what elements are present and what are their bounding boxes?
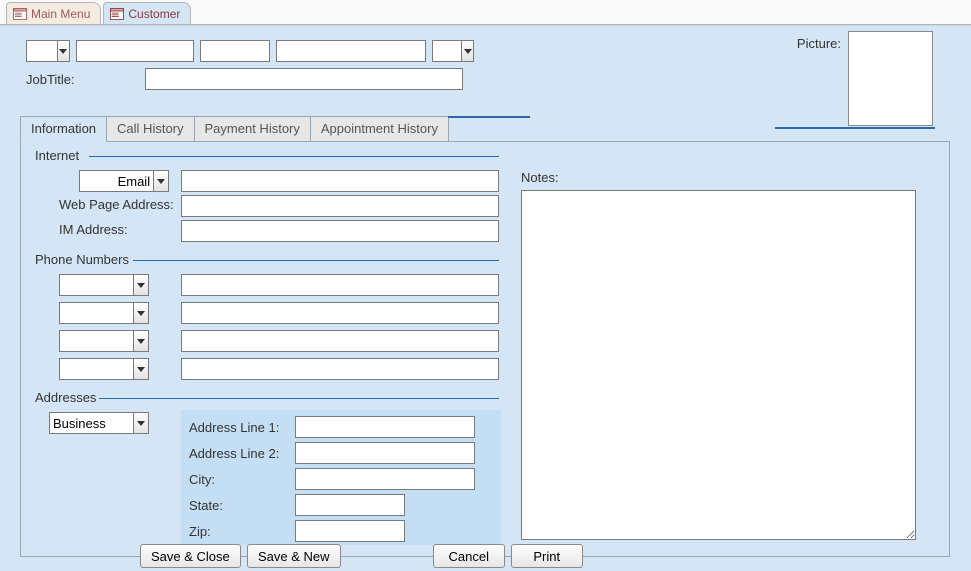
tab-strip: Information Call History Payment History… bbox=[20, 116, 950, 142]
salutation-combo[interactable] bbox=[26, 40, 70, 62]
addr-city-input[interactable] bbox=[295, 468, 475, 490]
form-icon bbox=[13, 8, 27, 20]
group-addresses-label: Addresses bbox=[31, 390, 100, 405]
web-label: Web Page Address: bbox=[59, 197, 174, 212]
print-button[interactable]: Print bbox=[511, 544, 583, 568]
address-panel: Address Line 1: Address Line 2: City: St… bbox=[181, 410, 501, 545]
jobtitle-label: JobTitle: bbox=[26, 72, 75, 87]
group-internet-label: Internet bbox=[31, 148, 83, 163]
address-type-combo[interactable] bbox=[49, 412, 149, 434]
phone-type-input[interactable] bbox=[60, 275, 133, 295]
addr-line1-label: Address Line 1: bbox=[189, 420, 289, 435]
customer-form: JobTitle: Picture: Information Call Hist… bbox=[0, 25, 971, 571]
phone-input-1[interactable] bbox=[181, 274, 499, 296]
tab-payment-history[interactable]: Payment History bbox=[194, 116, 311, 142]
email-type-combo[interactable] bbox=[79, 170, 169, 192]
cancel-button[interactable]: Cancel bbox=[433, 544, 505, 568]
im-label: IM Address: bbox=[59, 222, 128, 237]
save-new-button[interactable]: Save & New bbox=[247, 544, 341, 568]
chevron-down-icon[interactable] bbox=[133, 413, 148, 433]
chevron-down-icon[interactable] bbox=[133, 303, 148, 323]
picture-label: Picture: bbox=[797, 36, 841, 51]
address-type-input[interactable] bbox=[50, 413, 133, 433]
tab-information[interactable]: Information bbox=[20, 116, 107, 142]
phone-input-3[interactable] bbox=[181, 330, 499, 352]
group-phone-label: Phone Numbers bbox=[31, 252, 133, 267]
phone-input-2[interactable] bbox=[181, 302, 499, 324]
jobtitle-row: JobTitle: bbox=[26, 68, 463, 90]
phone-type-combo-4[interactable] bbox=[59, 358, 149, 380]
im-input[interactable] bbox=[181, 220, 499, 242]
notes-textarea[interactable] bbox=[521, 190, 916, 540]
picture-box[interactable] bbox=[848, 31, 933, 126]
tab-label: Main Menu bbox=[31, 7, 90, 21]
divider bbox=[89, 156, 499, 157]
save-close-button[interactable]: Save & Close bbox=[140, 544, 241, 568]
notes-label: Notes: bbox=[521, 170, 559, 185]
addr-zip-input[interactable] bbox=[295, 520, 405, 542]
chevron-down-icon[interactable] bbox=[57, 41, 69, 61]
first-name-input[interactable] bbox=[76, 40, 194, 62]
phone-type-combo-1[interactable] bbox=[59, 274, 149, 296]
suffix-combo[interactable] bbox=[432, 40, 474, 62]
phone-type-input[interactable] bbox=[60, 331, 133, 351]
addr-city-label: City: bbox=[189, 472, 289, 487]
middle-name-input[interactable] bbox=[200, 40, 270, 62]
tab-call-history[interactable]: Call History bbox=[106, 116, 194, 142]
chevron-down-icon[interactable] bbox=[133, 331, 148, 351]
chevron-down-icon[interactable] bbox=[133, 359, 148, 379]
form-icon bbox=[110, 8, 124, 20]
chevron-down-icon[interactable] bbox=[153, 171, 168, 191]
phone-type-combo-2[interactable] bbox=[59, 302, 149, 324]
salutation-input[interactable] bbox=[27, 41, 57, 61]
tab-body-information: Internet Web Page Address: IM Address: P… bbox=[20, 142, 950, 557]
jobtitle-input[interactable] bbox=[145, 68, 463, 90]
chevron-down-icon[interactable] bbox=[461, 41, 473, 61]
phone-type-combo-3[interactable] bbox=[59, 330, 149, 352]
phone-type-input[interactable] bbox=[60, 303, 133, 323]
tab-control: Information Call History Payment History… bbox=[20, 116, 950, 557]
name-row bbox=[26, 40, 474, 62]
suffix-input[interactable] bbox=[433, 41, 461, 61]
tab-customer[interactable]: Customer bbox=[103, 2, 191, 24]
button-row: Save & Close Save & New Cancel Print bbox=[140, 544, 583, 568]
divider bbox=[133, 260, 499, 261]
addr-line2-label: Address Line 2: bbox=[189, 446, 289, 461]
addr-state-input[interactable] bbox=[295, 494, 405, 516]
last-name-input[interactable] bbox=[276, 40, 426, 62]
document-tabs: Main Menu Customer bbox=[0, 0, 971, 25]
web-input[interactable] bbox=[181, 195, 499, 217]
tab-main-menu[interactable]: Main Menu bbox=[6, 2, 101, 24]
addr-state-label: State: bbox=[189, 498, 289, 513]
addr-line2-input[interactable] bbox=[295, 442, 475, 464]
addr-line1-input[interactable] bbox=[295, 416, 475, 438]
email-type-input[interactable] bbox=[80, 171, 153, 191]
chevron-down-icon[interactable] bbox=[133, 275, 148, 295]
tab-label: Customer bbox=[128, 7, 180, 21]
addr-zip-label: Zip: bbox=[189, 524, 289, 539]
email-input[interactable] bbox=[181, 170, 499, 192]
tab-appointment-history[interactable]: Appointment History bbox=[310, 116, 449, 142]
phone-input-4[interactable] bbox=[181, 358, 499, 380]
phone-type-input[interactable] bbox=[60, 359, 133, 379]
divider bbox=[99, 398, 499, 399]
